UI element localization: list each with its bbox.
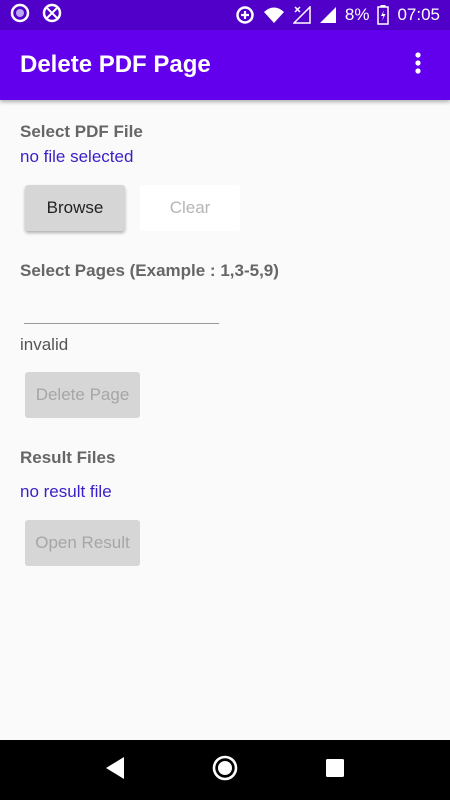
pages-input[interactable] xyxy=(24,300,219,324)
delete-page-button[interactable]: Delete Page xyxy=(25,372,140,418)
circle-icon xyxy=(10,3,30,28)
back-button[interactable] xyxy=(95,750,135,790)
select-pages-label: Select Pages (Example : 1,3-5,9) xyxy=(20,261,279,280)
recents-button[interactable] xyxy=(315,750,355,790)
open-result-button[interactable]: Open Result xyxy=(25,520,140,566)
more-vert-icon xyxy=(415,51,421,79)
wifi-icon xyxy=(263,6,285,24)
main-content: Select PDF File no file selected Browse … xyxy=(0,100,450,740)
file-status-text: no file selected xyxy=(20,147,134,166)
signal-icon xyxy=(319,6,337,24)
status-left-icons xyxy=(10,3,62,28)
validation-text: invalid xyxy=(20,335,69,354)
overflow-menu-button[interactable] xyxy=(406,45,430,85)
battery-percent: 8% xyxy=(344,5,370,24)
select-pdf-label: Select PDF File xyxy=(20,122,143,141)
data-saver-icon xyxy=(235,5,255,25)
result-files-label: Result Files xyxy=(20,448,116,467)
cancel-circle-icon xyxy=(42,3,62,28)
status-bar: 8% 07:05 xyxy=(0,0,450,30)
browse-button[interactable]: Browse xyxy=(25,185,125,231)
navigation-bar xyxy=(0,740,450,800)
result-status-text: no result file xyxy=(20,482,112,501)
signal-no-data-icon xyxy=(292,6,311,24)
status-right-icons: 8% 07:05 xyxy=(235,5,440,25)
back-icon xyxy=(104,756,126,785)
page-title: Delete PDF Page xyxy=(20,51,211,78)
home-icon xyxy=(211,754,239,787)
home-button[interactable] xyxy=(205,750,245,790)
clear-button[interactable]: Clear xyxy=(140,185,240,231)
status-time: 07:05 xyxy=(397,5,440,24)
recents-icon xyxy=(325,758,345,783)
battery-charging-icon xyxy=(377,5,390,25)
app-bar: Delete PDF Page xyxy=(0,30,450,100)
